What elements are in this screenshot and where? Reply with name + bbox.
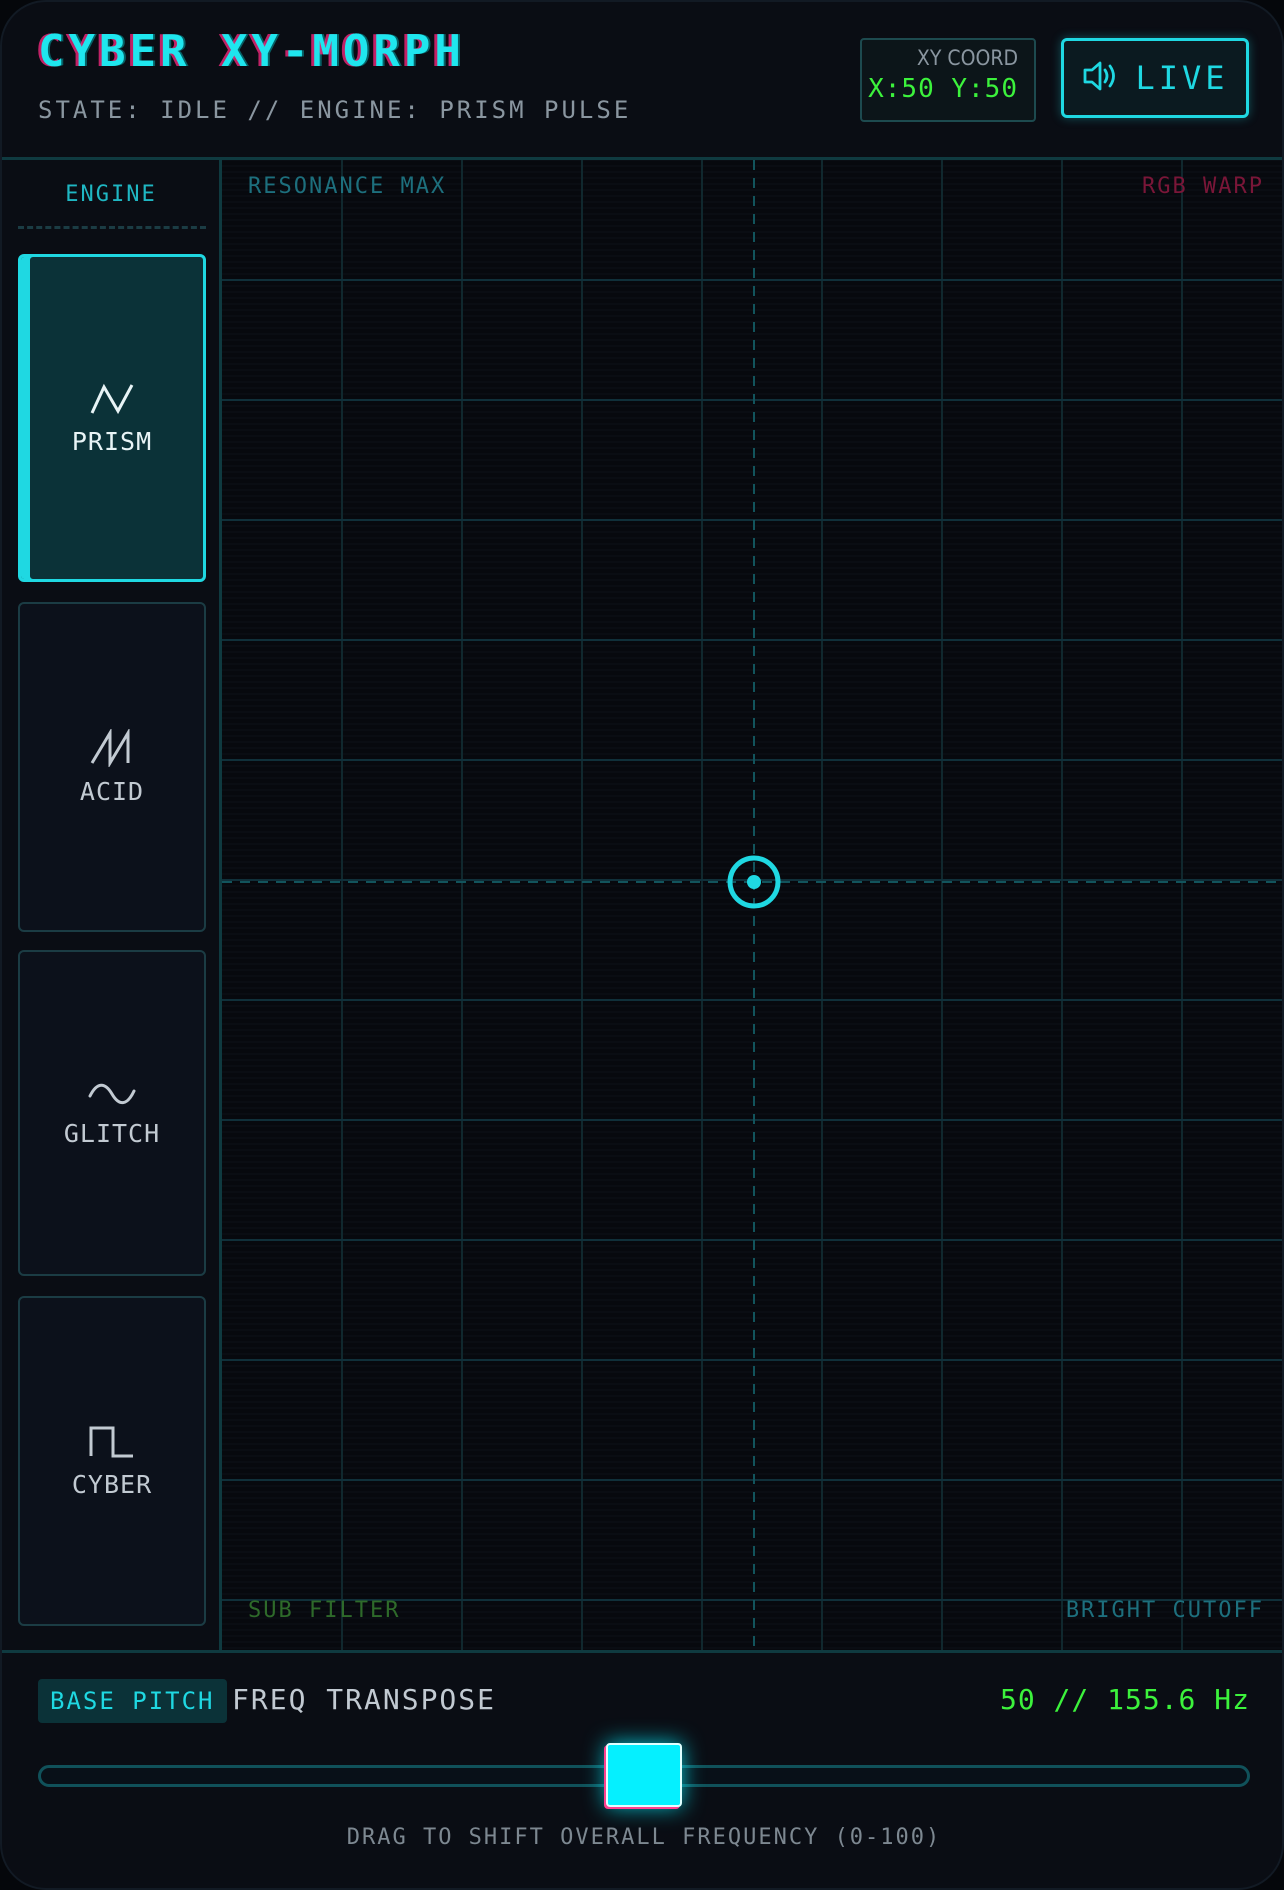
engine-button-prism[interactable]: PRISM [18,254,206,582]
engine-section-title: ENGINE [65,182,157,207]
triangle-wave-icon [88,381,136,421]
live-label: LIVE [1135,59,1229,97]
engine-button-glitch[interactable]: GLITCH [18,950,206,1276]
base-pitch-badge: BASE PITCH [38,1679,227,1723]
corner-label-rgb-warp: RGB WARP [1142,174,1264,199]
freq-transpose-label: FREQ TRANSPOSE [232,1683,497,1716]
sine-wave-icon [87,1079,137,1113]
engine-label-cyber: CYBER [71,1469,153,1499]
corner-label-resonance-max: RESONANCE MAX [248,174,447,199]
status-text: STATE: IDLE // ENGINE: PRISM PULSE [38,96,632,124]
square-wave-icon [87,1424,137,1464]
pitch-panel: BASE PITCH FREQ TRANSPOSE 50 // 155.6 Hz… [2,1650,1282,1888]
xy-coord-value: X:50 Y:50 [868,74,1018,104]
pitch-slider-thumb[interactable] [606,1743,682,1807]
live-button[interactable]: LIVE [1061,38,1249,118]
corner-label-sub-filter: SUB FILTER [248,1598,401,1623]
engine-button-cyber[interactable]: CYBER [18,1296,206,1626]
engine-divider [18,226,206,229]
engine-label-acid: ACID [79,776,145,806]
freq-value-readout: 50 // 155.6 Hz [999,1683,1250,1716]
engine-label-prism: PRISM [71,426,153,456]
sawtooth-wave-icon [88,727,136,771]
xy-coord-display: XY COORD X:50 Y:50 [860,38,1036,122]
speaker-icon [1081,58,1121,98]
engine-sidebar: ENGINE PRISM ACID GLITCH CYBER [2,160,222,1650]
xy-pad[interactable]: RESONANCE MAX RGB WARP SUB FILTER BRIGHT… [222,160,1282,1650]
engine-label-glitch: GLITCH [63,1118,161,1148]
header: CYBER XY-MORPH STATE: IDLE // ENGINE: PR… [2,2,1282,160]
xy-cursor-target-icon[interactable] [726,854,782,910]
app-window: CYBER XY-MORPH STATE: IDLE // ENGINE: PR… [0,0,1284,1890]
app-title: CYBER XY-MORPH [38,26,465,77]
xy-coord-label: XY COORD [916,46,1018,70]
corner-label-bright-cutoff: BRIGHT CUTOFF [1065,1598,1264,1623]
engine-button-acid[interactable]: ACID [18,602,206,932]
pitch-hint-text: DRAG TO SHIFT OVERALL FREQUENCY (0-100) [346,1825,942,1850]
